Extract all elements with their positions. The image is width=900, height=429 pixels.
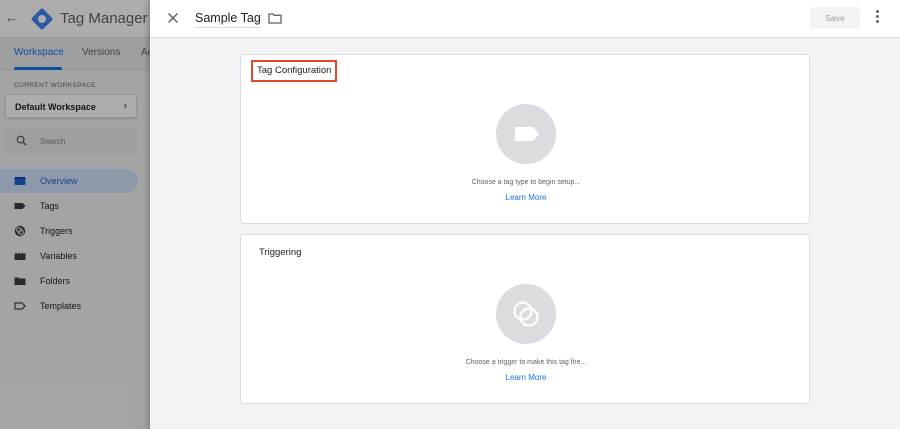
folder-icon[interactable] <box>268 11 282 25</box>
tag-name-field[interactable]: Sample Tag <box>195 11 261 28</box>
triggering-hint: Choose a trigger to make this tag fire..… <box>465 359 587 366</box>
tag-configuration-card[interactable]: Tag Configuration Choose a tag type to b… <box>240 54 810 224</box>
triggering-learn-more-link[interactable]: Learn More <box>241 373 811 382</box>
tag-configuration-title: Tag Configuration <box>251 60 338 82</box>
more-options-icon[interactable] <box>872 10 882 26</box>
tag-configuration-hint: Choose a tag type to begin setup... <box>471 179 581 186</box>
triggering-title: Triggering <box>259 247 302 258</box>
tag-icon <box>515 127 539 141</box>
tag-editor-header: Sample Tag Save <box>150 0 900 38</box>
trigger-placeholder[interactable] <box>496 284 556 344</box>
close-icon[interactable] <box>164 9 182 27</box>
modal-scrim[interactable] <box>0 0 150 429</box>
tag-editor-panel: Sample Tag Save Tag Configuration Choose… <box>150 0 900 429</box>
tag-type-placeholder[interactable] <box>496 104 556 164</box>
tag-configuration-learn-more-link[interactable]: Learn More <box>241 193 811 202</box>
triggering-card[interactable]: Triggering Choose a trigger to make this… <box>240 234 810 404</box>
save-button[interactable]: Save <box>810 7 860 29</box>
trigger-icon <box>513 301 539 327</box>
